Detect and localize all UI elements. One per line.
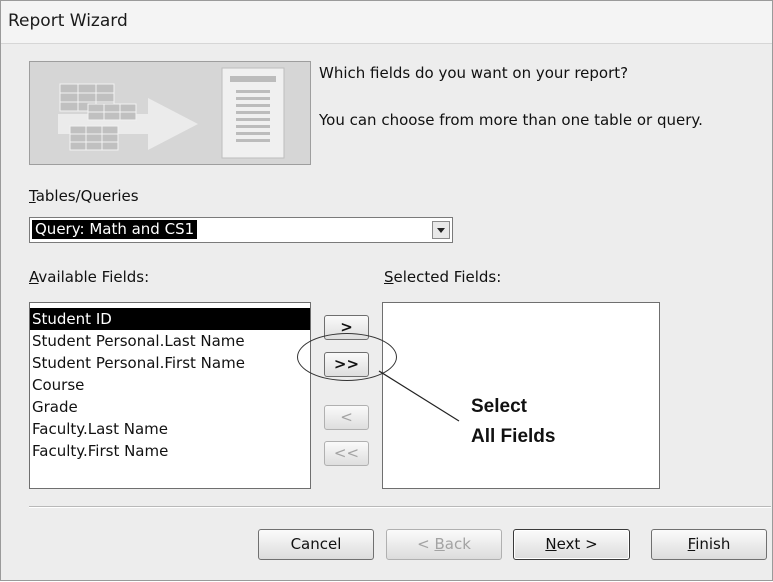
report-wizard-window: Report Wizard Which fields do you want o… <box>0 0 773 581</box>
finish-button[interactable]: Finish <box>651 529 767 560</box>
back-button[interactable]: < Back <box>386 529 502 560</box>
next-button[interactable]: Next > <box>513 529 630 560</box>
footer-separator <box>29 506 771 508</box>
cancel-button[interactable]: Cancel <box>258 529 374 560</box>
annotation-line-2: All Fields <box>471 426 556 447</box>
annotation-line-1: Select <box>471 396 527 417</box>
callout-pointer-line <box>378 370 460 422</box>
